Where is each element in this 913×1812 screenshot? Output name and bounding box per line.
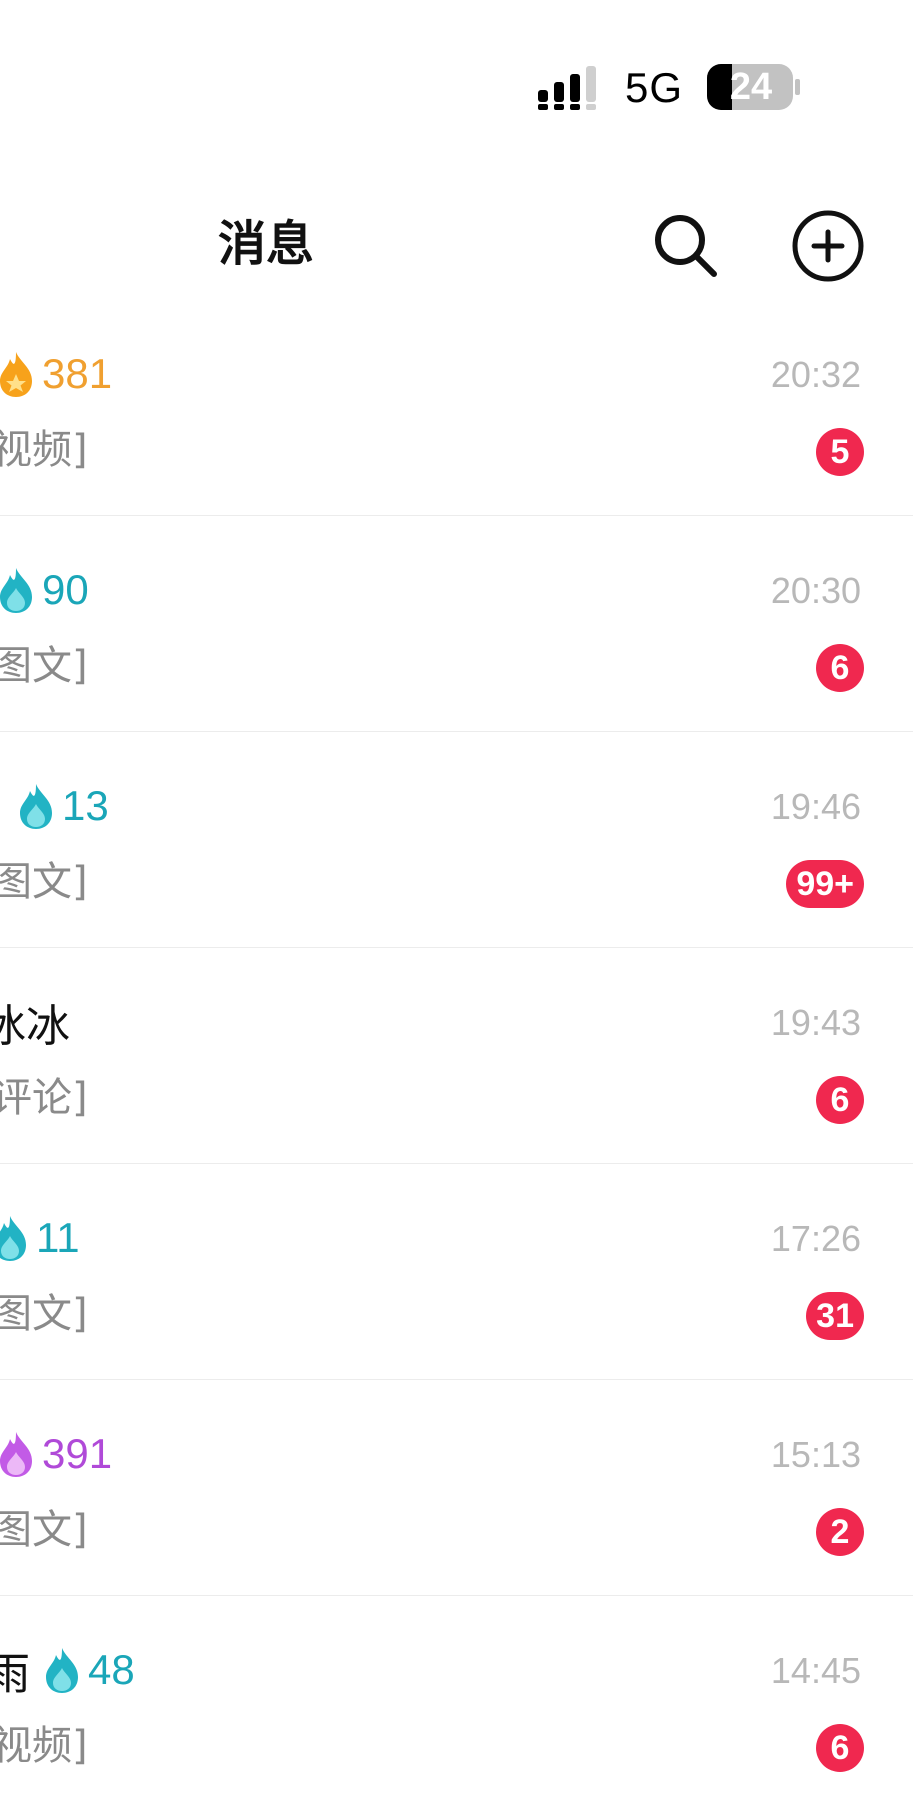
conversation-title-line: 13: [16, 778, 109, 834]
conversation-row[interactable]: 90 图文] 20:30 6: [0, 516, 913, 732]
page-title: 消息: [218, 216, 315, 272]
message-preview: 图文]: [0, 859, 88, 905]
conversation-row[interactable]: 雨 48 视频] 14:45 6: [0, 1596, 913, 1812]
conversation-title-line: 11: [0, 1210, 80, 1266]
unread-badge: 31: [806, 1292, 864, 1340]
message-time: 19:43: [770, 1002, 861, 1043]
battery-level-label: 24: [729, 66, 773, 108]
unread-badge: 6: [816, 1724, 864, 1772]
conversation-row[interactable]: 381 视频] 20:32 5: [0, 300, 913, 516]
unread-badge: 6: [816, 644, 864, 692]
add-circle-icon[interactable]: [790, 208, 866, 284]
conversation-title-line: 雨 48: [0, 1642, 135, 1700]
conversation-row[interactable]: 冰冰 评论] 19:43 6: [0, 948, 913, 1164]
contact-name: 雨: [0, 1649, 30, 1700]
message-preview: 图文]: [0, 643, 88, 689]
message-time: 17:26: [770, 1218, 861, 1259]
purple-flame-icon: [0, 1432, 32, 1477]
message-time: 19:46: [770, 786, 861, 827]
message-preview: 视频]: [0, 1723, 88, 1769]
conversation-row[interactable]: 13 图文] 19:46 99+: [0, 732, 913, 948]
message-time: 20:30: [770, 570, 861, 611]
message-preview: 评论]: [0, 1075, 88, 1121]
streak-count: 13: [62, 782, 109, 829]
teal-flame-icon: [20, 784, 52, 829]
conversation-title-line: 90: [0, 562, 89, 618]
unread-badge: 99+: [786, 860, 864, 908]
teal-flame-icon: [0, 568, 32, 613]
signal-icon: [538, 66, 596, 110]
conversation-row[interactable]: 11 图文] 17:26 31: [0, 1164, 913, 1380]
search-icon[interactable]: [650, 210, 722, 282]
streak-count: 381: [42, 350, 113, 397]
message-preview: 图文]: [0, 1291, 88, 1337]
teal-flame-icon: [46, 1648, 78, 1693]
streak-count: 48: [88, 1646, 135, 1693]
contact-name: 冰冰: [0, 1001, 70, 1052]
conversation-title-line: 冰冰: [0, 994, 82, 1052]
message-preview: 图文]: [0, 1507, 88, 1553]
status-bar: 5G 24: [0, 0, 913, 150]
unread-badge: 6: [816, 1076, 864, 1124]
unread-badge: 5: [816, 428, 864, 476]
message-preview: 视频]: [0, 427, 88, 473]
unread-badge: 2: [816, 1508, 864, 1556]
conversation-title-line: 391: [0, 1426, 112, 1482]
message-time: 14:45: [770, 1650, 861, 1691]
conversation-row[interactable]: 391 图文] 15:13 2: [0, 1380, 913, 1596]
gold-flame-icon: [0, 352, 32, 397]
network-type-label: 5G: [625, 64, 684, 111]
top-nav-bar: 消息: [0, 190, 913, 300]
teal-flame-icon: [0, 1216, 26, 1261]
message-time: 20:32: [770, 354, 861, 395]
message-time: 15:13: [770, 1434, 861, 1475]
conversation-title-line: 381: [0, 346, 112, 402]
streak-count: 391: [42, 1430, 113, 1477]
conversation-list: 381 视频] 20:32 5 90 图文] 20:30 6 13 图文] 19…: [0, 300, 913, 1812]
streak-count: 90: [42, 566, 89, 613]
streak-count: 11: [36, 1214, 80, 1261]
